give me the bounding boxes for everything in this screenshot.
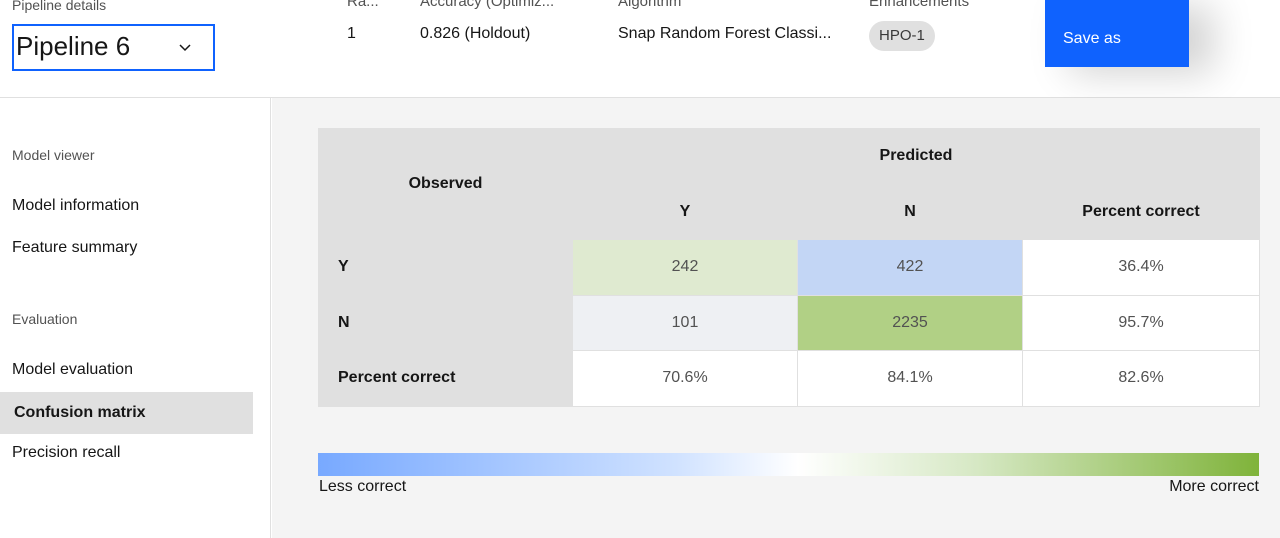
accuracy-column-header: Accuracy (Optimiz... xyxy=(420,0,555,10)
predicted-y-header: Y xyxy=(572,183,798,240)
sidebar-section-evaluation: Evaluation xyxy=(12,311,78,327)
pipeline-header: Pipeline details Pipeline 6 Ra... 1 Accu… xyxy=(0,0,1280,98)
more-correct-label: More correct xyxy=(1169,478,1259,495)
sidebar-item-feature-summary[interactable]: Feature summary xyxy=(0,227,253,269)
cell-percent-n: 84.1% xyxy=(797,350,1023,407)
cell-n-n: 2235 xyxy=(797,294,1023,351)
rank-column-header: Ra... xyxy=(347,0,379,10)
predicted-n-header: N xyxy=(797,183,1023,240)
pipeline-dropdown-value: Pipeline 6 xyxy=(16,31,131,61)
less-correct-label: Less correct xyxy=(319,478,407,495)
table-row: Y 242 422 36.4% xyxy=(318,239,1260,296)
observed-n-row-header: N xyxy=(318,294,573,351)
sidebar-item-model-information[interactable]: Model information xyxy=(0,185,253,227)
accuracy-value: 0.826 (Holdout) xyxy=(420,25,531,42)
predicted-header: Predicted xyxy=(572,128,1260,185)
sidebar-item-model-evaluation[interactable]: Model evaluation xyxy=(0,349,253,391)
pipeline-dropdown[interactable]: Pipeline 6 xyxy=(12,24,215,71)
percent-correct-column-header: Percent correct xyxy=(1022,183,1260,240)
cell-y-percent: 36.4% xyxy=(1022,239,1260,296)
confusion-matrix-panel: Observed Predicted Y N Percent correct Y… xyxy=(272,98,1280,538)
rank-value: 1 xyxy=(347,25,356,42)
algorithm-value: Snap Random Forest Classi... xyxy=(618,25,832,42)
save-as-button[interactable]: Save as xyxy=(1045,0,1189,67)
correctness-gradient-legend xyxy=(318,453,1259,476)
sidebar: Model viewer Model information Feature s… xyxy=(0,98,271,538)
percent-correct-row-header: Percent correct xyxy=(318,350,573,407)
cell-n-y: 101 xyxy=(572,294,798,351)
sidebar-section-model-viewer: Model viewer xyxy=(12,147,95,163)
chevron-down-icon xyxy=(179,44,191,52)
sidebar-item-confusion-matrix[interactable]: Confusion matrix xyxy=(0,392,253,434)
observed-header: Observed xyxy=(318,128,573,240)
pipeline-details-label: Pipeline details xyxy=(12,0,107,13)
table-row: Percent correct 70.6% 84.1% 82.6% xyxy=(318,350,1260,407)
observed-y-row-header: Y xyxy=(318,239,573,296)
cell-y-n: 422 xyxy=(797,239,1023,296)
cell-percent-y: 70.6% xyxy=(572,350,798,407)
cell-percent-overall: 82.6% xyxy=(1022,350,1260,407)
enhancement-tag: HPO-1 xyxy=(869,21,935,51)
sidebar-item-precision-recall[interactable]: Precision recall xyxy=(0,432,253,474)
algorithm-column-header: Algorithm xyxy=(618,0,682,10)
confusion-matrix-table: Observed Predicted Y N Percent correct Y… xyxy=(318,128,1260,407)
table-row: N 101 2235 95.7% xyxy=(318,294,1260,351)
cell-y-y: 242 xyxy=(572,239,798,296)
enhancements-column-header: Enhancements xyxy=(869,0,970,10)
cell-n-percent: 95.7% xyxy=(1022,294,1260,351)
